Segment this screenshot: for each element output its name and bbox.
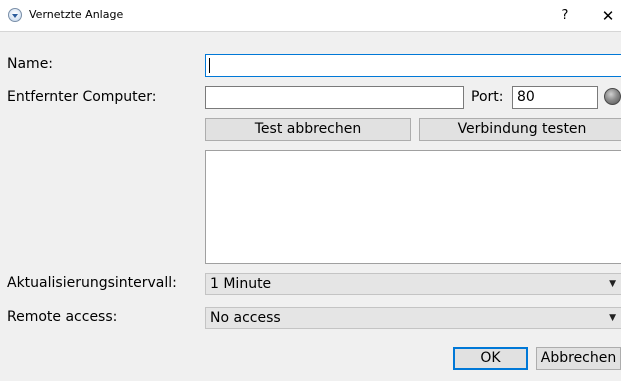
cancel-button[interactable]: Abbrechen [536, 347, 621, 370]
chevron-down-icon: ▼ [609, 279, 616, 289]
remote-access-dropdown[interactable]: No access ▼ [205, 307, 621, 329]
remote-computer-label: Entfernter Computer: [7, 89, 157, 105]
remote-access-value: No access [210, 310, 281, 326]
port-value: 80 [517, 89, 535, 105]
title-bar: Vernetzte Anlage ? ✕ [0, 0, 621, 32]
port-label: Port: [471, 89, 504, 105]
help-button[interactable]: ? [555, 6, 575, 26]
connection-status-indicator [604, 88, 621, 105]
interval-value: 1 Minute [210, 276, 272, 292]
name-input[interactable] [205, 54, 621, 77]
app-globe-icon [8, 8, 22, 22]
cancel-test-button[interactable]: Test abbrechen [205, 118, 411, 141]
remote-access-label: Remote access: [7, 309, 118, 325]
test-connection-button[interactable]: Verbindung testen [419, 118, 621, 141]
name-label: Name: [7, 56, 54, 72]
chevron-down-icon: ▼ [609, 313, 616, 323]
remote-computer-input[interactable] [205, 86, 464, 109]
close-button[interactable]: ✕ [598, 6, 618, 26]
ok-button[interactable]: OK [453, 347, 528, 370]
text-caret [209, 58, 210, 73]
interval-label: Aktualisierungsintervall: [7, 275, 177, 291]
test-output-area[interactable] [205, 150, 621, 264]
port-input[interactable]: 80 [512, 86, 598, 109]
window-title: Vernetzte Anlage [29, 8, 124, 21]
interval-dropdown[interactable]: 1 Minute ▼ [205, 273, 621, 295]
